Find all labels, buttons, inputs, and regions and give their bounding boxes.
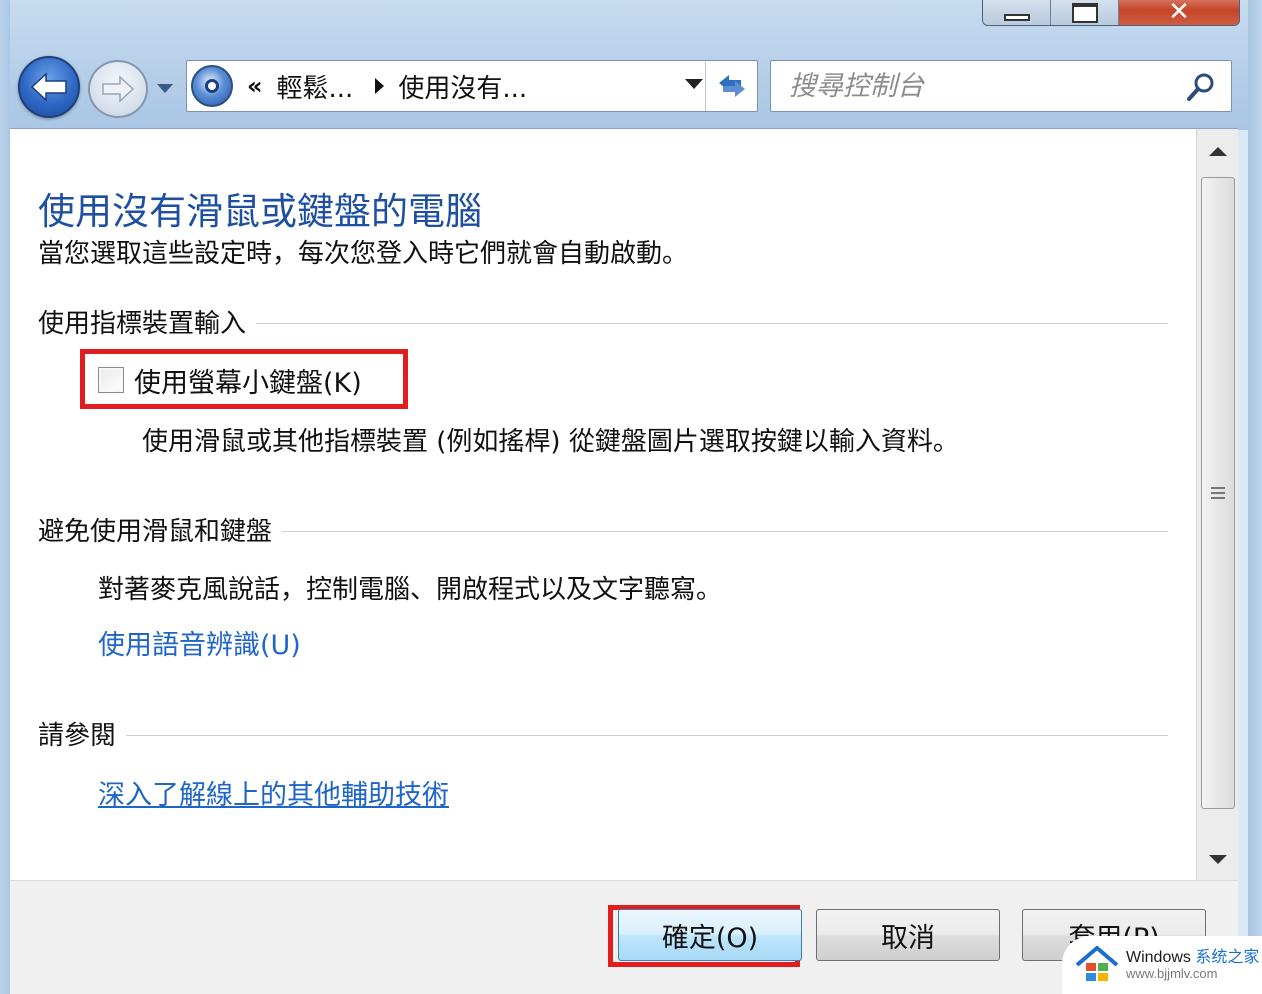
vertical-scrollbar[interactable]: [1196, 129, 1238, 881]
section-divider: [126, 734, 1168, 736]
maximize-button[interactable]: [1051, 0, 1119, 25]
watermark-brand-cn: 系统之家: [1195, 948, 1260, 966]
page-title: 使用沒有滑鼠或鍵盤的電腦: [38, 190, 482, 233]
back-button[interactable]: [18, 56, 80, 118]
refresh-button[interactable]: [705, 61, 757, 111]
breadcrumb-overflow[interactable]: «: [247, 72, 263, 100]
dialog-footer: 確定(O) 取消 套用(P): [10, 880, 1238, 994]
close-icon: ✕: [1168, 0, 1190, 26]
address-dropdown-icon[interactable]: [685, 79, 703, 89]
watermark-url: www.bjjmlv.com: [1126, 965, 1218, 981]
breadcrumb-item-current[interactable]: 使用沒有...: [398, 68, 527, 105]
window-frame-left: [0, 0, 10, 994]
assistive-technology-link[interactable]: 深入了解線上的其他輔助技術: [98, 773, 449, 812]
caption-buttons: ✕: [982, 0, 1240, 26]
control-panel-icon: [191, 65, 233, 107]
forward-arrow-icon: [102, 75, 135, 103]
ok-button[interactable]: 確定(O): [618, 909, 802, 961]
section-title: 使用指標裝置輸入: [38, 308, 247, 339]
grip-icon: [1211, 484, 1225, 502]
search-input[interactable]: [789, 70, 1179, 102]
watermark-brand: Windows: [1126, 948, 1191, 966]
section-title: 請參閱: [38, 720, 117, 751]
minimize-icon: [1003, 13, 1030, 21]
speech-recognition-link[interactable]: 使用語音辨識(U): [98, 623, 301, 662]
scroll-up-button[interactable]: [1197, 129, 1239, 173]
forward-button[interactable]: [88, 60, 148, 118]
scroll-thumb[interactable]: [1201, 177, 1235, 809]
windows-house-logo-icon: [1075, 946, 1119, 981]
section-see-also: 請參閱: [38, 715, 1168, 751]
window-frame-right: [1248, 0, 1262, 994]
section-avoid-mouse-keyboard: 避免使用滑鼠和鍵盤: [38, 511, 1168, 547]
search-box[interactable]: [770, 60, 1232, 112]
on-screen-keyboard-option[interactable]: 使用螢幕小鍵盤(K): [98, 361, 362, 399]
breadcrumb-item-ease-of-access[interactable]: 輕鬆...: [277, 68, 354, 105]
section-pointer-input: 使用指標裝置輸入: [38, 303, 1168, 339]
maximize-icon: [1071, 3, 1098, 23]
section-title: 避免使用滑鼠和鍵盤: [38, 516, 273, 547]
on-screen-keyboard-label[interactable]: 使用螢幕小鍵盤(K): [134, 361, 362, 400]
cancel-button[interactable]: 取消: [816, 909, 1000, 961]
scroll-down-icon: [1209, 854, 1227, 864]
chevron-down-icon: [157, 83, 173, 93]
back-arrow-icon: [30, 72, 67, 102]
minimize-button[interactable]: [983, 0, 1051, 25]
scroll-down-button[interactable]: [1197, 837, 1239, 881]
breadcrumb-separator-icon[interactable]: [375, 78, 385, 94]
content-pane: 使用沒有滑鼠或鍵盤的電腦 當您選取這些設定時，每次您登入時它們就會自動啟動。 使…: [10, 128, 1238, 881]
search-icon[interactable]: [1185, 71, 1217, 103]
address-bar[interactable]: « 輕鬆... 使用沒有...: [186, 60, 758, 112]
refresh-icon: [718, 75, 745, 97]
close-button[interactable]: ✕: [1119, 0, 1239, 26]
speech-description: 對著麥克風說話，控制電腦、開啟程式以及文字聽寫。: [98, 575, 723, 605]
section-divider: [282, 530, 1168, 532]
scroll-up-icon: [1209, 146, 1227, 156]
page-description: 當您選取這些設定時，每次您登入時它們就會自動啟動。: [38, 239, 689, 269]
section-divider: [256, 322, 1168, 324]
on-screen-keyboard-description: 使用滑鼠或其他指標裝置 (例如搖桿) 從鍵盤圖片選取按鍵以輸入資料。: [142, 427, 959, 457]
recent-pages-dropdown[interactable]: [155, 80, 175, 96]
on-screen-keyboard-checkbox[interactable]: [98, 367, 124, 393]
watermark: Windows 系统之家 www.bjjmlv.com: [1062, 936, 1262, 994]
